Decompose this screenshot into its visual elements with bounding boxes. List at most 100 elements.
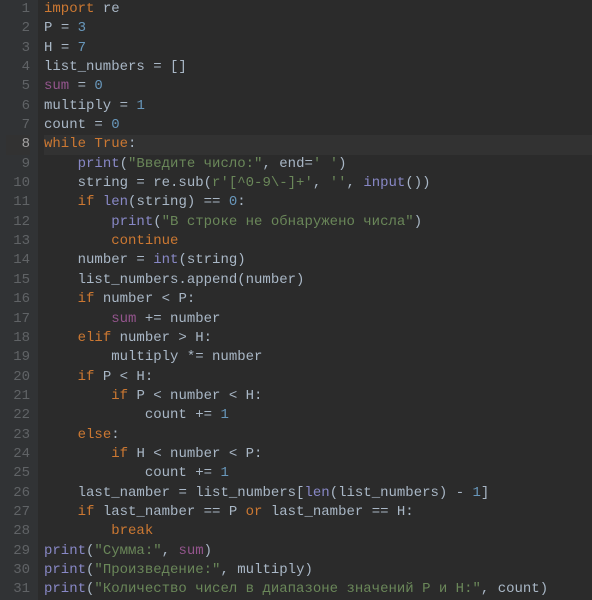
code-line[interactable]: string = re.sub(r'[^0-9\-]+', '', input(… bbox=[44, 174, 592, 193]
line-number: 14 bbox=[6, 251, 30, 270]
token-builtin: len bbox=[304, 485, 329, 501]
line-number: 7 bbox=[6, 116, 30, 135]
code-editor: 1234567891011121314151617181920212223242… bbox=[0, 0, 592, 600]
token-op: ) bbox=[414, 214, 422, 230]
token-op: count += bbox=[44, 407, 220, 423]
token-builtin: print bbox=[44, 581, 86, 597]
token-builtin: print bbox=[78, 156, 120, 172]
token-def: multiply bbox=[44, 98, 120, 114]
token-op: last_namber == P bbox=[103, 504, 246, 520]
code-line[interactable]: count = 0 bbox=[44, 116, 592, 135]
token-kw: if bbox=[78, 369, 103, 385]
token-op: = bbox=[136, 252, 153, 268]
token-kw: if bbox=[111, 446, 136, 462]
code-line[interactable]: continue bbox=[44, 232, 592, 251]
code-line[interactable]: print("Введите число:", end=' ') bbox=[44, 155, 592, 174]
code-line[interactable]: import re bbox=[44, 0, 592, 19]
token-op: += number bbox=[145, 311, 221, 327]
token-str: r'[^0-9\-]+' bbox=[212, 175, 313, 191]
token-num: 1 bbox=[473, 485, 481, 501]
token-op: : bbox=[128, 136, 136, 152]
code-line[interactable]: multiply = 1 bbox=[44, 97, 592, 116]
token-def: end bbox=[279, 156, 304, 172]
code-line[interactable]: if number < P: bbox=[44, 290, 592, 309]
token-op: = bbox=[78, 78, 95, 94]
line-number: 29 bbox=[6, 542, 30, 561]
token-op: , multiply) bbox=[220, 562, 312, 578]
line-number: 1 bbox=[6, 0, 30, 19]
token-str: '' bbox=[330, 175, 347, 191]
token-op: ( bbox=[120, 156, 128, 172]
token-op: (list_numbers) - bbox=[330, 485, 473, 501]
token-op bbox=[44, 252, 78, 268]
line-number: 22 bbox=[6, 406, 30, 425]
token-op: P < H: bbox=[103, 369, 153, 385]
token-sum: sum bbox=[111, 311, 145, 327]
code-line[interactable]: number = int(string) bbox=[44, 251, 592, 270]
token-op: number > H: bbox=[120, 330, 212, 346]
code-line[interactable]: last_namber = list_numbers[len(list_numb… bbox=[44, 484, 592, 503]
line-number: 20 bbox=[6, 368, 30, 387]
code-line[interactable]: list_numbers = [] bbox=[44, 58, 592, 77]
code-line[interactable]: else: bbox=[44, 426, 592, 445]
line-number: 30 bbox=[6, 561, 30, 580]
code-line[interactable]: P = 3 bbox=[44, 19, 592, 38]
token-op: , count) bbox=[481, 581, 548, 597]
line-number: 2 bbox=[6, 19, 30, 38]
line-number: 11 bbox=[6, 193, 30, 212]
code-line[interactable]: if H < number < P: bbox=[44, 445, 592, 464]
code-line[interactable]: while True: bbox=[44, 135, 592, 154]
code-line[interactable]: count += 1 bbox=[44, 464, 592, 483]
code-line[interactable]: print("Сумма:", sum) bbox=[44, 542, 592, 561]
code-line[interactable]: print("Количество чисел в диапазоне знач… bbox=[44, 580, 592, 599]
code-line[interactable]: H = 7 bbox=[44, 39, 592, 58]
token-builtin: print bbox=[44, 543, 86, 559]
code-line[interactable]: if last_namber == P or last_namber == H: bbox=[44, 503, 592, 522]
token-op bbox=[44, 214, 111, 230]
token-op: count += bbox=[44, 465, 220, 481]
line-number: 9 bbox=[6, 155, 30, 174]
token-op bbox=[44, 291, 78, 307]
token-str: "Сумма:" bbox=[94, 543, 161, 559]
token-op: = bbox=[120, 98, 137, 114]
line-number: 13 bbox=[6, 232, 30, 251]
code-line[interactable]: sum += number bbox=[44, 310, 592, 329]
token-op: = list_numbers[ bbox=[178, 485, 304, 501]
token-sum: sum bbox=[44, 78, 78, 94]
code-line[interactable]: count += 1 bbox=[44, 406, 592, 425]
code-line[interactable]: if P < number < H: bbox=[44, 387, 592, 406]
line-number: 5 bbox=[6, 77, 30, 96]
code-line[interactable]: if len(string) == 0: bbox=[44, 193, 592, 212]
token-def: last_namber bbox=[78, 485, 179, 501]
token-num: 3 bbox=[78, 20, 86, 36]
token-op: = bbox=[94, 117, 111, 133]
token-op: : bbox=[111, 427, 119, 443]
code-line[interactable]: list_numbers.append(number) bbox=[44, 271, 592, 290]
code-area[interactable]: import reP = 3H = 7list_numbers = []sum … bbox=[38, 0, 592, 600]
code-line[interactable]: sum = 0 bbox=[44, 77, 592, 96]
token-num: 1 bbox=[220, 407, 228, 423]
token-def: list_numbers bbox=[44, 59, 153, 75]
token-op: = bbox=[304, 156, 312, 172]
token-op bbox=[44, 194, 78, 210]
token-def: number bbox=[78, 252, 137, 268]
code-line[interactable]: multiply *= number bbox=[44, 348, 592, 367]
token-op: list_numbers.append(number) bbox=[44, 272, 304, 288]
code-line[interactable]: if P < H: bbox=[44, 368, 592, 387]
token-kw: if bbox=[78, 291, 103, 307]
token-op: ) bbox=[204, 543, 212, 559]
token-num: 0 bbox=[94, 78, 102, 94]
token-op bbox=[44, 175, 78, 191]
code-line[interactable]: break bbox=[44, 522, 592, 541]
code-line[interactable]: print("Произведение:", multiply) bbox=[44, 561, 592, 580]
token-builtin: input bbox=[363, 175, 405, 191]
code-line[interactable]: print("В строке не обнаружено числа") bbox=[44, 213, 592, 232]
line-number: 17 bbox=[6, 310, 30, 329]
token-kw: else bbox=[78, 427, 112, 443]
token-num: 1 bbox=[220, 465, 228, 481]
token-op: ] bbox=[481, 485, 489, 501]
token-kw: continue bbox=[111, 233, 178, 249]
code-line[interactable]: elif number > H: bbox=[44, 329, 592, 348]
token-num: 1 bbox=[136, 98, 144, 114]
token-str: "Введите число:" bbox=[128, 156, 262, 172]
